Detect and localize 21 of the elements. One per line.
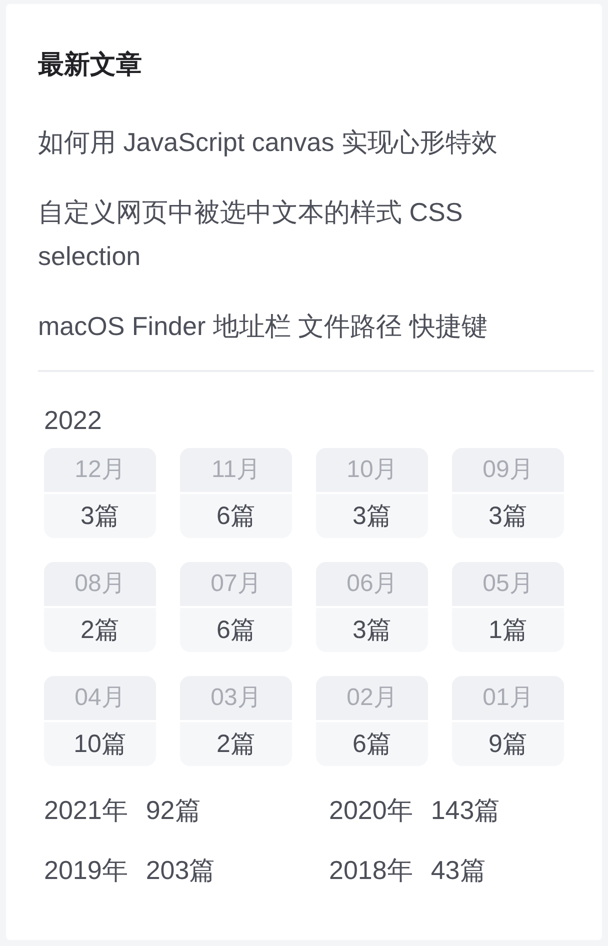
month-tile[interactable]: 07月 6篇 (180, 562, 292, 652)
archive-year-link[interactable]: 2018年 43篇 (329, 850, 608, 890)
month-tile[interactable]: 04月 10篇 (44, 676, 156, 766)
archive-year-link[interactable]: 2019年 203篇 (44, 850, 329, 890)
month-tile[interactable]: 09月 3篇 (452, 448, 564, 538)
month-tile[interactable]: 06月 3篇 (316, 562, 428, 652)
month-tile[interactable]: 12月 3篇 (44, 448, 156, 538)
month-tile[interactable]: 11月 6篇 (180, 448, 292, 538)
month-tile[interactable]: 05月 1篇 (452, 562, 564, 652)
article-link[interactable]: macOS Finder 地址栏 文件路径 快捷键 (38, 304, 534, 348)
year-heading: 2022 (44, 404, 103, 437)
section-title: 最新文章 (38, 48, 143, 81)
month-tile[interactable]: 03月 2篇 (180, 676, 292, 766)
article-link[interactable]: 如何用 JavaScript canvas 实现心形特效 (38, 120, 534, 164)
archive-year-link[interactable]: 2020年 143篇 (329, 790, 608, 830)
month-tile[interactable]: 10月 3篇 (316, 448, 428, 538)
month-tile[interactable]: 01月 9篇 (452, 676, 564, 766)
article-link[interactable]: 自定义网页中被选中文本的样式 CSS selection (38, 190, 534, 278)
month-tile[interactable]: 08月 2篇 (44, 562, 156, 652)
month-tile[interactable]: 02月 6篇 (316, 676, 428, 766)
archive-year-link[interactable]: 2021年 92篇 (44, 790, 329, 830)
